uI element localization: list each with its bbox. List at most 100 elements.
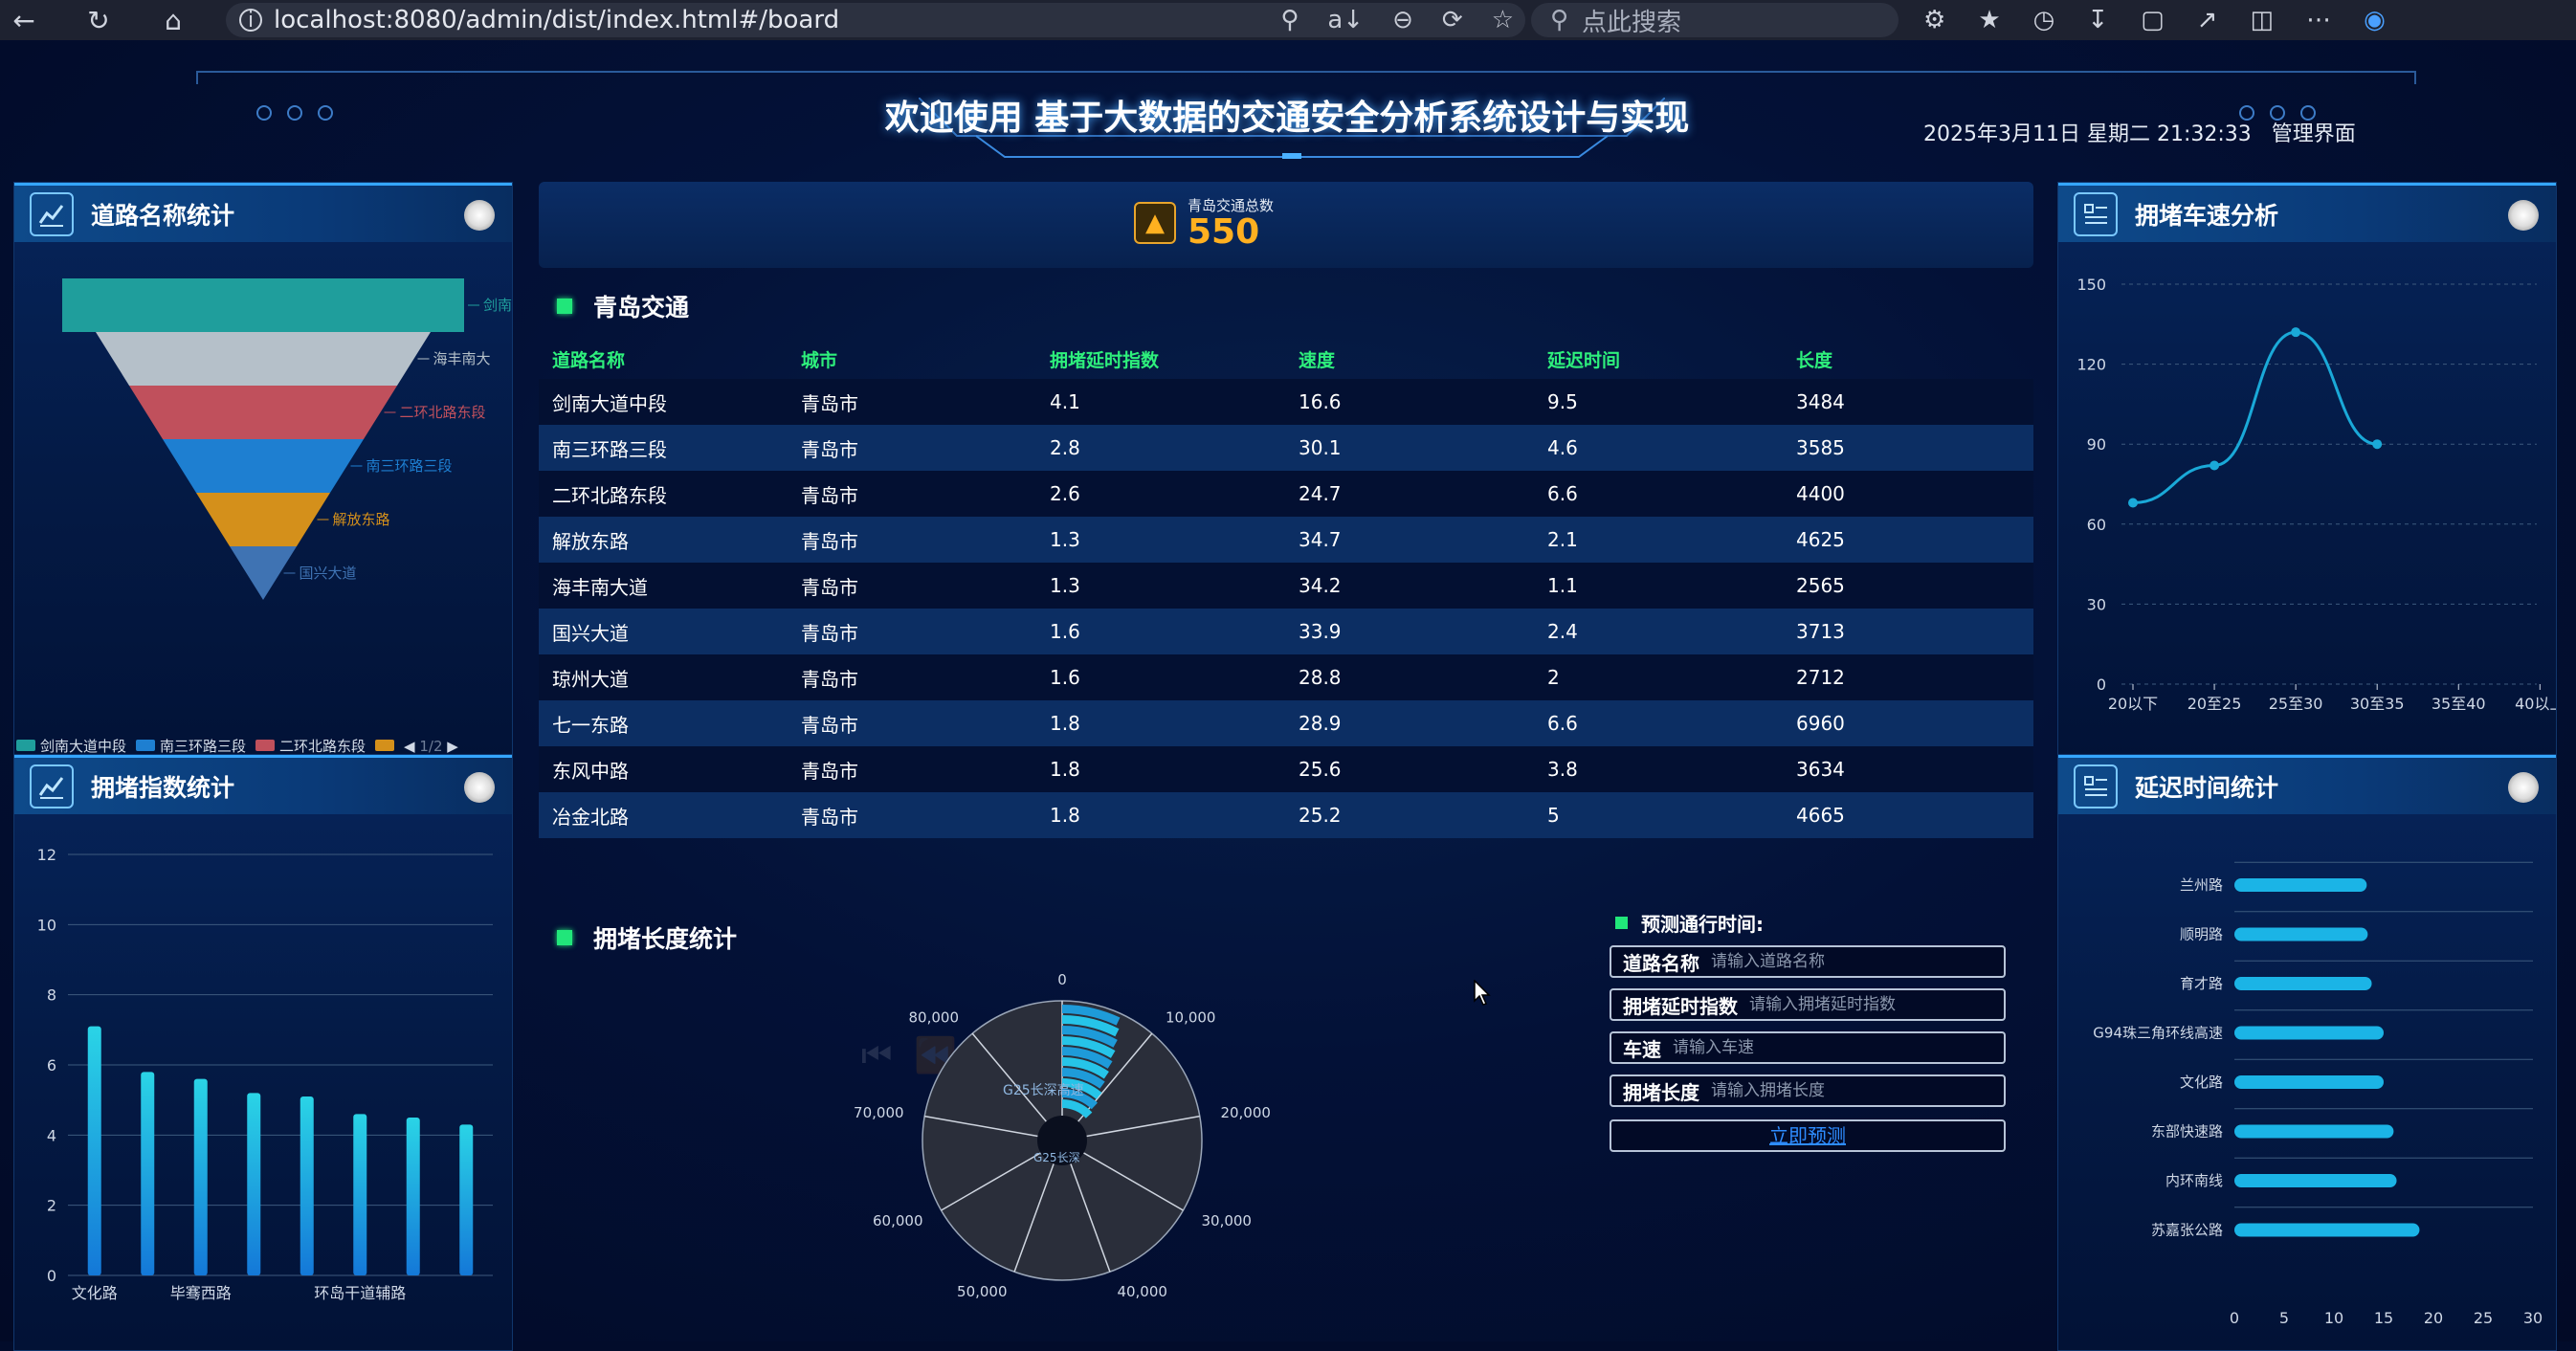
predict-button[interactable]: 立即预测 [1610,1119,2006,1152]
legend-item[interactable]: 二环北路东段 [255,736,366,756]
header-datetime-row: 2025年3月11日 星期二 21:32:33 管理界面 [1923,117,2356,147]
table-cell: 青岛市 [788,609,1036,654]
legend-item[interactable] [375,738,395,755]
table-cell: 青岛市 [788,792,1036,838]
table-cell: 3.8 [1534,746,1783,792]
more-icon[interactable]: ⋯ [2306,6,2331,34]
table-cell: 冶金北路 [539,792,788,838]
download-icon[interactable]: ↧ [2087,6,2108,34]
extensions-icon[interactable]: ⚙ [1923,6,1945,34]
green-square-icon [557,299,572,314]
admin-link[interactable]: 管理界面 [2272,122,2356,146]
bar [2234,1026,2384,1040]
browser-search[interactable]: ⚲ 点此搜索 [1531,3,1899,37]
delay-index-input[interactable] [1749,995,1998,1014]
polar-tick-label: 30,000 [1201,1212,1252,1229]
table-cell: 6.6 [1534,700,1783,746]
y-tick-label: 东部快速路 [2151,1123,2223,1141]
road-name-input[interactable] [1711,952,1960,971]
key-icon[interactable]: ⚲ [1280,6,1299,34]
toggle-icon[interactable] [2508,772,2539,803]
road-name-field[interactable]: 道路名称 [1610,945,2006,978]
datetime-text: 2025年3月11日 星期二 21:32:33 [1923,122,2252,146]
read-aloud-icon[interactable]: a↓ [1327,6,1364,34]
share-icon[interactable]: ↗ [2197,6,2218,34]
refresh-icon[interactable]: ↻ [75,0,122,40]
polar-tick-label: 20,000 [1220,1104,1271,1121]
table-row[interactable]: 国兴大道 青岛市 1.6 33.9 2.4 3713 [539,609,2033,654]
x-tick-label: 30 [2523,1309,2543,1327]
legend-pager[interactable]: ◀ 1/2 ▶ [404,738,458,755]
table-row[interactable]: 南三环路三段 青岛市 2.8 30.1 4.6 3585 [539,425,2033,471]
speed-field[interactable]: 车速 [1610,1031,2006,1064]
x-tick-label: 10 [2324,1309,2343,1327]
toggle-icon[interactable] [464,200,495,231]
toggle-icon[interactable] [464,772,495,803]
funnel-label: 剑南 [483,297,512,314]
edge-icon[interactable]: ⟳ [1442,6,1463,34]
table-cell: 30.1 [1285,425,1534,471]
field-label: 车速 [1623,1037,1661,1061]
bar [247,1093,261,1275]
table-cell: 25.6 [1285,746,1534,792]
chart-icon [30,764,74,808]
back-icon[interactable]: ← [0,0,48,40]
table-cell: 海丰南大道 [539,563,788,609]
table-cell: 1.6 [1036,609,1285,654]
toggle-icon[interactable] [2508,200,2539,231]
length-input[interactable] [1711,1081,1960,1100]
table-row[interactable]: 冶金北路 青岛市 1.8 25.2 5 4665 [539,792,2033,838]
table-cell: 2.1 [1534,517,1783,563]
header-frame-line [196,71,2416,84]
traffic-table: 道路名称 城市 拥堵延时指数 速度 延迟时间 长度 剑南大道中段 青岛市 4.1 16.6 9.5… [539,339,2033,838]
favorites-icon[interactable]: ★ [1978,6,2000,34]
address-bar[interactable]: i localhost:8080/admin/dist/index.html#/… [226,3,1525,37]
table-row[interactable]: 东风中路 青岛市 1.8 25.6 3.8 3634 [539,746,2033,792]
table-cell: 1.1 [1534,563,1783,609]
panel-title: 延迟时间统计 [2135,773,2279,802]
legend-item[interactable]: 剑南大道中段 [16,736,126,756]
table-row[interactable]: 七一东路 青岛市 1.8 28.9 6.6 6960 [539,700,2033,746]
table-cell: 3585 [1783,425,2033,471]
delay-index-field[interactable]: 拥堵延时指数 [1610,988,2006,1021]
history-icon[interactable]: ◷ [2033,6,2055,34]
table-cell: 9.5 [1534,379,1783,425]
delay-stats-panel: 延迟时间统计 兰州路 顺明路 育才路 G94珠三角环线高速 文化路 东部快速路 内环南线 苏嘉… [2057,754,2557,1351]
legend-item[interactable]: 南三环路三段 [136,736,246,756]
url-text[interactable]: localhost:8080/admin/dist/index.html#/bo… [274,6,839,34]
home-icon[interactable]: ⌂ [149,0,197,40]
table-cell: 6.6 [1534,471,1783,517]
x-tick-label: 25至30 [2269,695,2323,713]
panel-title: 拥堵指数统计 [91,773,235,802]
y-tick-label: 6 [47,1056,56,1074]
info-icon[interactable]: i [239,9,262,33]
copilot-icon[interactable]: ◉ [2364,6,2386,34]
screenshot-icon[interactable]: ▢ [2141,6,2165,34]
x-tick-label: 20 [2424,1309,2443,1327]
favorite-star-icon[interactable]: ☆ [1492,6,1514,34]
zoom-out-icon[interactable]: ⊖ [1392,6,1413,34]
y-tick-label: 内环南线 [2165,1172,2223,1189]
funnel-segment [96,332,431,386]
polar-tick-label: 50,000 [957,1283,1008,1300]
collections-icon[interactable]: ◫ [2250,6,2274,34]
y-tick-label: 4 [47,1126,56,1144]
table-row[interactable]: 琼州大道 青岛市 1.6 28.8 2 2712 [539,654,2033,700]
table-row[interactable]: 解放东路 青岛市 1.3 34.7 2.1 4625 [539,517,2033,563]
y-tick-label: 0 [47,1267,56,1285]
funnel-label: 解放东路 [333,511,390,528]
funnel-segment [196,493,330,546]
list-icon [2074,764,2118,808]
table-row[interactable]: 二环北路东段 青岛市 2.6 24.7 6.6 4400 [539,471,2033,517]
length-field[interactable]: 拥堵长度 [1610,1074,2006,1107]
speed-input[interactable] [1673,1038,1921,1057]
x-tick-label: 15 [2374,1309,2393,1327]
table-cell: 4400 [1783,471,2033,517]
table-row[interactable]: 海丰南大道 青岛市 1.3 34.2 1.1 2565 [539,563,2033,609]
x-tick-label: 环岛干道辅路 [314,1284,406,1302]
x-tick-label: 20以下 [2108,695,2158,713]
y-tick-label: 文化路 [2180,1074,2223,1091]
table-cell: 4665 [1783,792,2033,838]
table-row[interactable]: 剑南大道中段 青岛市 4.1 16.6 9.5 3484 [539,379,2033,425]
congestion-index-panel-header: 拥堵指数统计 [14,755,512,814]
